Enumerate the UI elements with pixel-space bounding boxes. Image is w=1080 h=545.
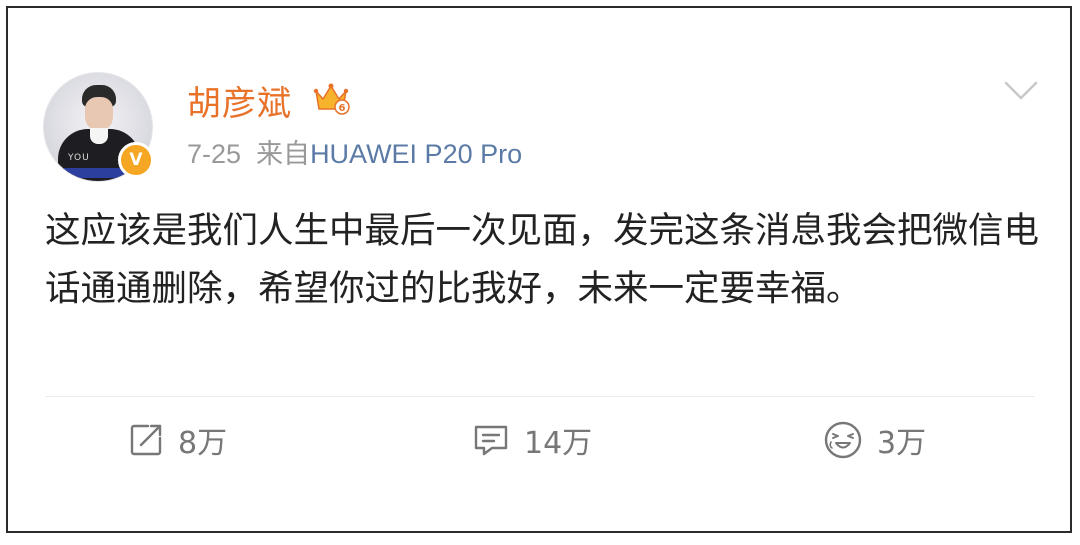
source-device-link[interactable]: HUAWEI P20 Pro [310, 139, 522, 169]
laughing-face-icon [824, 421, 862, 459]
comment-count: 14万 [524, 426, 593, 461]
comment-bubble-icon [474, 425, 508, 456]
repost-button[interactable]: 8万 [128, 418, 227, 462]
post-meta: 7-25 来自HUAWEI P20 Pro [187, 132, 522, 171]
like-button[interactable]: 3万 [823, 418, 926, 462]
avatar-collar [90, 128, 108, 144]
avatar-shirt-text: YOU [68, 153, 90, 163]
like-count: 3万 [877, 426, 927, 461]
post-content: 这应该是我们人生中最后一次见面，发完这条消息我会把微信电话通通删除，希望你过的比… [45, 210, 1040, 309]
repost-count: 8万 [178, 426, 228, 461]
chevron-down-icon[interactable] [1004, 80, 1038, 102]
avatar-face [85, 97, 113, 131]
crown-level-number: 6 [339, 103, 346, 114]
username[interactable]: 胡彦斌 [187, 76, 292, 125]
share-square-icon [130, 424, 162, 456]
verified-badge-icon: V [118, 142, 154, 178]
divider [45, 396, 1035, 397]
comment-button[interactable]: 14万 [472, 418, 592, 462]
crown-level-icon[interactable]: 6 [312, 79, 350, 117]
post-time: 7-25 [187, 139, 242, 169]
source-prefix: 来自 [256, 139, 311, 169]
